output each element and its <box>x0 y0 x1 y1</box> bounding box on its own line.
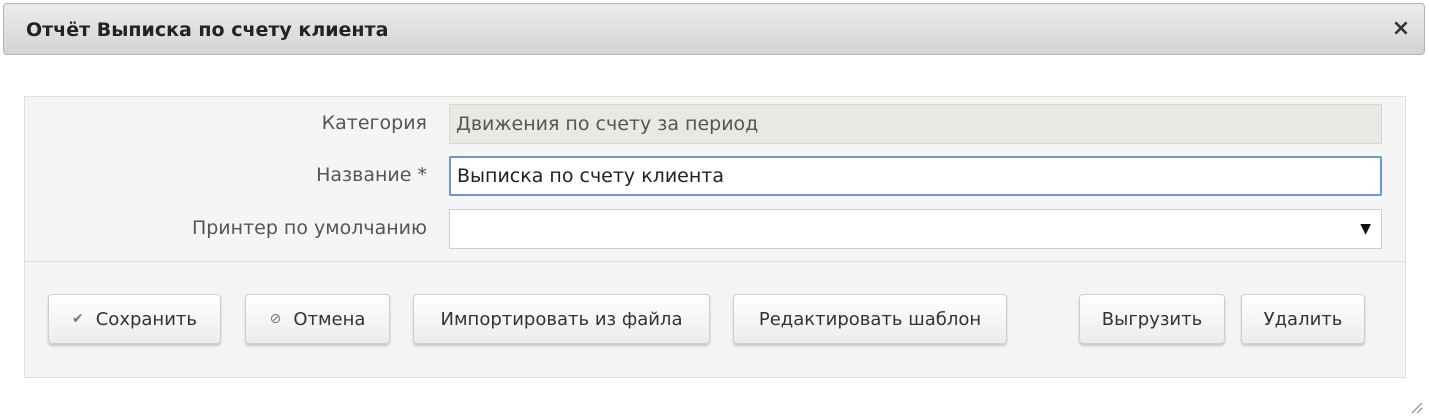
default-printer-select[interactable]: ▼ <box>449 209 1382 249</box>
category-label: Категория <box>321 112 427 134</box>
resize-grip-icon[interactable] <box>1409 400 1423 414</box>
delete-button[interactable]: Удалить <box>1241 294 1365 344</box>
category-field: Движения по счету за период <box>449 104 1382 144</box>
import-button-label: Импортировать из файла <box>440 308 683 330</box>
save-button[interactable]: ✔ Сохранить <box>48 294 221 344</box>
report-dialog: Отчёт Выписка по счету клиента × Категор… <box>0 0 1429 418</box>
edit-template-button-label: Редактировать шаблон <box>758 308 982 330</box>
export-button[interactable]: Выгрузить <box>1079 294 1225 344</box>
export-button-label: Выгрузить <box>1101 308 1203 330</box>
delete-button-label: Удалить <box>1263 308 1343 330</box>
cancel-icon: ⊘ <box>269 311 282 327</box>
report-form-panel: Категория Движения по счету за период На… <box>24 96 1406 378</box>
dialog-title: Отчёт Выписка по счету клиента <box>26 19 389 41</box>
save-button-label: Сохранить <box>95 308 197 330</box>
form-fields-area: Категория Движения по счету за период На… <box>25 97 1405 262</box>
dialog-titlebar[interactable]: Отчёт Выписка по счету клиента × <box>3 3 1425 55</box>
cancel-button[interactable]: ⊘ Отмена <box>245 294 390 344</box>
chevron-down-icon: ▼ <box>1360 221 1371 237</box>
edit-template-button[interactable]: Редактировать шаблон <box>733 294 1007 344</box>
name-label: Название * <box>316 164 427 186</box>
name-input[interactable] <box>449 156 1382 196</box>
cancel-button-label: Отмена <box>293 308 366 330</box>
default-printer-label: Принтер по умолчанию <box>191 217 427 239</box>
import-from-file-button[interactable]: Импортировать из файла <box>413 294 710 344</box>
checkmark-icon: ✔ <box>72 311 84 327</box>
close-icon[interactable]: × <box>1388 16 1414 42</box>
